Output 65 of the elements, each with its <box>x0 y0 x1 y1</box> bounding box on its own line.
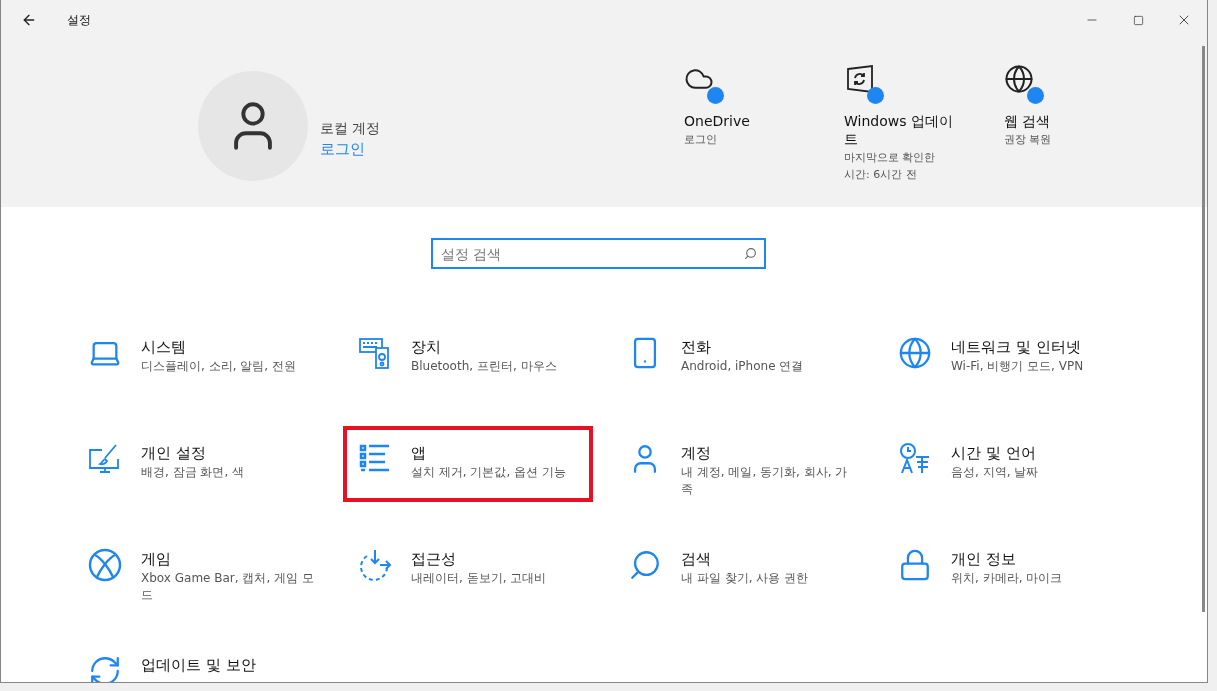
category-title: 앱 <box>411 443 427 464</box>
category-item[interactable]: 개인 설정 배경, 잠금 화면, 색 <box>73 426 323 502</box>
monitor-brush-icon <box>88 442 122 476</box>
category-title: 네트워크 및 인터넷 <box>951 337 1082 358</box>
category-subtitle: Wi-Fi, 비행기 모드, VPN <box>951 358 1085 375</box>
category-item[interactable]: 시간 및 언어 음성, 지역, 날짜 <box>883 426 1133 502</box>
category-item[interactable]: 네트워크 및 인터넷 Wi-Fi, 비행기 모드, VPN <box>883 320 1133 396</box>
category-title: 검색 <box>681 549 712 570</box>
category-title: 개인 설정 <box>141 443 207 464</box>
header-item-title[interactable]: Windows 업데이트 <box>844 112 964 148</box>
status-dot-icon <box>707 87 724 104</box>
category-subtitle: Android, iPhone 연결 <box>681 358 805 375</box>
window-title: 설정 <box>67 11 92 29</box>
category-subtitle: 배경, 잠금 화면, 색 <box>141 464 246 481</box>
account-name: 로컬 계정 <box>320 120 382 138</box>
category-subtitle: Bluetooth, 프린터, 마우스 <box>411 358 558 375</box>
keyboard-speaker-icon <box>358 336 392 370</box>
header-item-subtitle: 마지막으로 확인한 시간: 6시간 전 <box>844 150 937 183</box>
header-item-subtitle: 로그인 <box>684 132 718 148</box>
search-field[interactable]: 설정 검색 <box>430 238 766 269</box>
scrollbar-thumb[interactable] <box>1202 46 1205 612</box>
globe-icon <box>1004 64 1034 94</box>
category-item[interactable]: 장치 Bluetooth, 프린터, 마우스 <box>343 320 593 396</box>
back-arrow-icon <box>21 12 37 28</box>
category-subtitle: Xbox Game Bar, 캡처, 게임 모드 <box>141 570 315 604</box>
category-item[interactable]: 계정 내 계정, 메일, 동기화, 회사, 가족 <box>613 426 863 502</box>
category-title: 장치 <box>411 337 442 358</box>
category-item[interactable]: 게임 Xbox Game Bar, 캡처, 게임 모드 <box>73 532 323 608</box>
category-item[interactable]: 전화 Android, iPhone 연결 <box>613 320 863 396</box>
category-subtitle: 음성, 지역, 날짜 <box>951 464 1040 481</box>
category-item[interactable]: 검색 내 파일 찾기, 사용 권한 <box>613 532 863 608</box>
category-title: 접근성 <box>411 549 457 570</box>
lock-icon <box>898 548 932 582</box>
category-title: 전화 <box>681 337 712 358</box>
sync-icon <box>88 654 122 682</box>
globe-icon <box>898 336 932 370</box>
update-icon <box>844 64 874 94</box>
category-title: 게임 <box>141 549 172 570</box>
category-subtitle: 디스플레이, 소리, 알림, 전원 <box>141 358 297 375</box>
category-item[interactable]: 개인 정보 위치, 카메라, 마이크 <box>883 532 1133 608</box>
category-subtitle: 설치 제거, 기본값, 옵션 기능 <box>411 464 567 481</box>
category-item[interactable]: 접근성 내레이터, 돋보기, 고대비 <box>343 532 593 608</box>
category-subtitle: 위치, 카메라, 마이크 <box>951 570 1064 587</box>
status-dot-icon <box>867 87 884 104</box>
category-subtitle: 내 파일 찾기, 사용 권한 <box>681 570 810 587</box>
category-title: 시스템 <box>141 337 187 358</box>
category-item[interactable]: 앱 설치 제거, 기본값, 옵션 기능 <box>343 426 593 502</box>
header-item-subtitle: 권장 복원 <box>1004 132 1053 148</box>
clock-language-icon <box>898 442 932 476</box>
search-icon <box>628 548 662 582</box>
category-title: 시간 및 언어 <box>951 443 1037 464</box>
accessibility-icon <box>358 548 392 582</box>
header-item-title[interactable]: 웹 검색 <box>1004 112 1124 130</box>
category-subtitle: 내 계정, 메일, 동기화, 회사, 가족 <box>681 464 849 498</box>
category-title: 계정 <box>681 443 712 464</box>
category-title: 개인 정보 <box>951 549 1017 570</box>
xbox-icon <box>88 548 122 582</box>
search-icon <box>743 247 757 260</box>
category-item[interactable]: 업데이트 및 보안 <box>73 638 323 682</box>
maximize-icon <box>1132 14 1144 26</box>
category-item[interactable]: 시스템 디스플레이, 소리, 알림, 전원 <box>73 320 323 396</box>
category-subtitle: 내레이터, 돋보기, 고대비 <box>411 570 548 587</box>
header-item-title[interactable]: OneDrive <box>684 112 804 130</box>
category-title: 업데이트 및 보안 <box>141 655 256 676</box>
status-dot-icon <box>1027 87 1044 104</box>
